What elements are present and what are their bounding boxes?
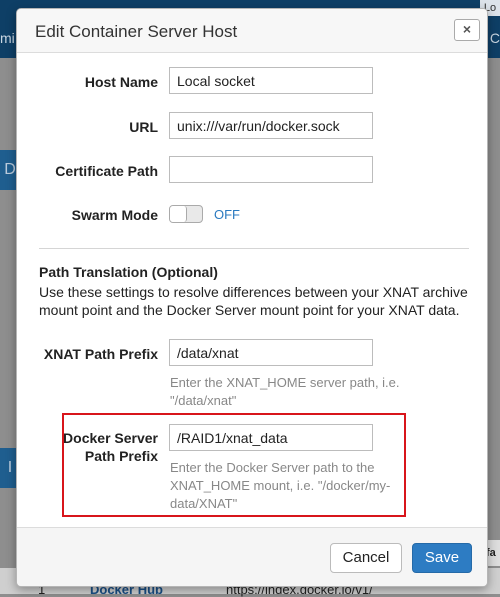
path-translation-title: Path Translation (Optional): [39, 264, 218, 280]
certificate-path-label: Certificate Path: [55, 163, 158, 179]
swarm-mode-toggle[interactable]: [169, 205, 203, 223]
background-panel-letter-2: I: [7, 459, 13, 476]
host-name-input[interactable]: [169, 67, 373, 94]
url-input[interactable]: [169, 112, 373, 139]
certificate-path-input[interactable]: [169, 156, 373, 183]
host-name-label: Host Name: [84, 74, 158, 90]
modal-footer: Cancel Save: [17, 527, 487, 586]
background-top-left-text: mi: [0, 30, 15, 46]
background-panel-letter: D: [4, 161, 16, 178]
path-translation-description: Use these settings to resolve difference…: [39, 284, 468, 318]
section-divider: [39, 248, 469, 249]
docker-prefix-highlight-box: [62, 413, 406, 517]
save-button[interactable]: Save: [412, 543, 472, 573]
swarm-mode-state: OFF: [214, 207, 240, 222]
edit-container-server-host-dialog: Edit Container Server Host × Host Name U…: [16, 8, 488, 587]
xnat-path-prefix-label: XNAT Path Prefix: [43, 346, 158, 362]
cancel-button[interactable]: Cancel: [330, 543, 402, 573]
xnat-path-prefix-input[interactable]: [169, 339, 373, 366]
toggle-knob: [170, 206, 187, 222]
close-button[interactable]: ×: [454, 19, 480, 41]
swarm-mode-label: Swarm Mode: [71, 207, 158, 223]
xnat-path-prefix-help: Enter the XNAT_HOME server path, i.e. "/…: [170, 375, 400, 408]
modal-title: Edit Container Server Host: [35, 22, 238, 41]
modal-header: Edit Container Server Host ×: [17, 9, 487, 53]
background-top-right-text-2: C: [489, 30, 500, 46]
close-icon: ×: [462, 21, 472, 37]
background-right-cell: fa: [486, 540, 500, 566]
url-label: URL: [129, 119, 158, 135]
